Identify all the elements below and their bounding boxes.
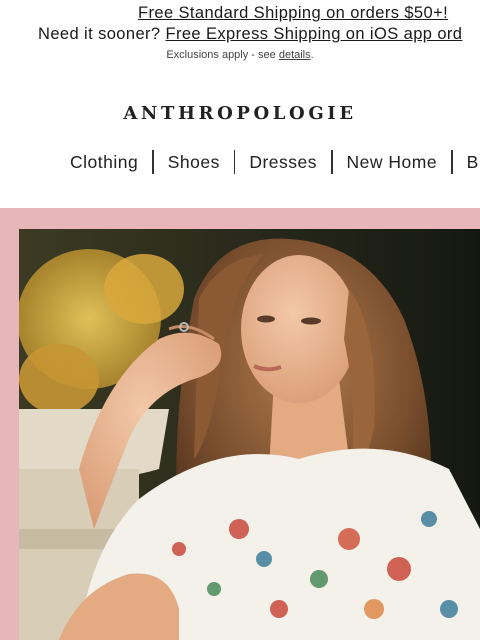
nav-item-truncated[interactable]: B (467, 152, 479, 173)
nav-item-new-home[interactable]: New Home (347, 152, 438, 173)
exclusions-text: Exclusions apply - see (166, 49, 276, 61)
main-nav: Clothing Shoes Dresses New Home B (70, 150, 479, 174)
nav-item-shoes[interactable]: Shoes (168, 152, 220, 173)
brand-logo[interactable]: ANTHROPOLOGIE (0, 103, 480, 124)
promo-express-shipping: Need it sooner? Free Express Shipping on… (38, 25, 462, 44)
promo-standard-shipping: Free Standard Shipping on orders $50+! (138, 4, 448, 23)
nav-divider (152, 150, 154, 174)
exclusions-period: . (310, 49, 314, 61)
hero-image[interactable] (19, 229, 480, 640)
details-link[interactable]: details (279, 49, 311, 61)
exclusions-note: Exclusions apply - see details. (0, 49, 480, 61)
nav-item-dresses[interactable]: Dresses (249, 152, 317, 173)
nav-item-clothing[interactable]: Clothing (70, 152, 138, 173)
express-shipping-link[interactable]: Free Express Shipping on iOS app ord (165, 25, 462, 43)
promo-express-prefix: Need it sooner? (38, 25, 161, 43)
nav-divider (233, 150, 236, 174)
nav-divider (331, 150, 333, 174)
hero-photo-icon (19, 229, 480, 640)
standard-shipping-link[interactable]: Free Standard Shipping on orders $50+! (138, 4, 448, 22)
nav-divider (451, 150, 453, 174)
